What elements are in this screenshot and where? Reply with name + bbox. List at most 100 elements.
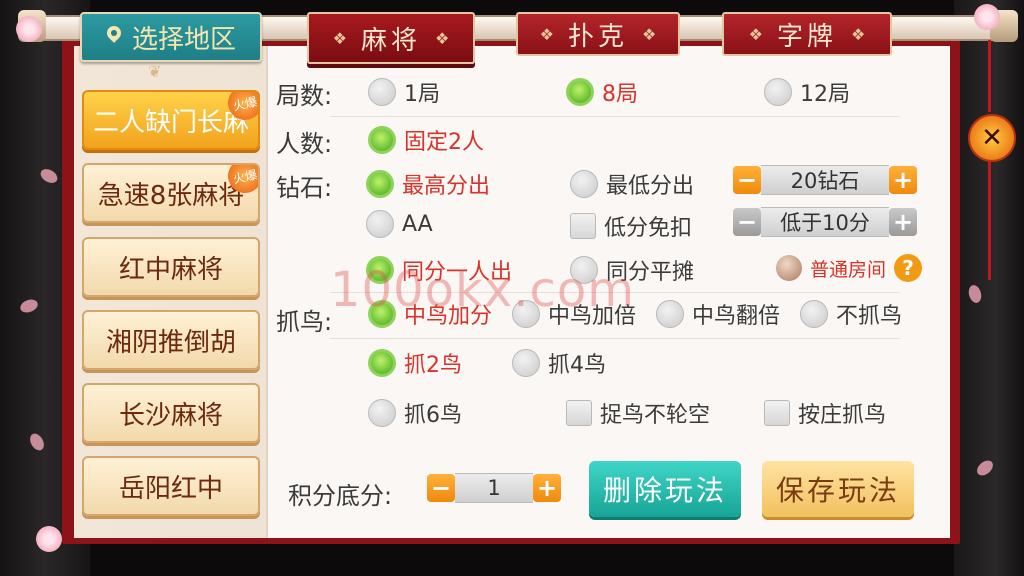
tab-zipai-label: 字牌 xyxy=(776,21,837,52)
radio-icon xyxy=(656,300,684,328)
room-type-text: 普通房间 xyxy=(810,258,887,281)
tab-poker[interactable]: ❖ 扑克 ❖ xyxy=(516,12,680,56)
bird-option-none[interactable]: 不抓鸟 xyxy=(800,298,902,330)
radio-icon xyxy=(368,399,396,427)
diamond-option-aa[interactable]: AA xyxy=(366,210,433,238)
bird-option-flip[interactable]: 中鸟翻倍 xyxy=(656,298,780,330)
tab-poker-label: 扑克 xyxy=(567,21,628,52)
option-text: 固定2人 xyxy=(404,130,484,155)
game-item-label: 二人缺门长麻 xyxy=(92,107,249,138)
divider xyxy=(330,338,900,339)
tab-mahjong[interactable]: ❖ 麻将 ❖ xyxy=(307,12,475,64)
close-button[interactable]: ✕ xyxy=(968,114,1016,162)
base-score-value: 1 xyxy=(455,473,533,503)
help-icon[interactable]: ? xyxy=(894,254,923,282)
select-region-button[interactable]: 选择地区 xyxy=(80,12,262,62)
option-text: AA xyxy=(402,211,433,237)
divider xyxy=(330,116,900,117)
bird-count-4[interactable]: 抓4鸟 xyxy=(512,347,606,379)
flower-icon xyxy=(972,2,1002,32)
radio-icon xyxy=(366,210,394,238)
tab-ornament-icon: ❖ xyxy=(332,28,347,48)
radio-checked-icon xyxy=(366,170,394,198)
rounds-option-1[interactable]: 1局 xyxy=(368,76,440,108)
low-score-exempt-checkbox[interactable]: 低分免扣 xyxy=(570,210,692,242)
tab-mahjong-label: 麻将 xyxy=(360,25,421,56)
checkbox-icon xyxy=(570,213,596,239)
diamond-stepper: − 20钻石 + xyxy=(733,165,917,195)
bird-count-2[interactable]: 抓2鸟 xyxy=(368,347,462,379)
game-item-changsha[interactable]: 长沙麻将 xyxy=(82,383,260,443)
option-text: 抓2鸟 xyxy=(404,353,462,378)
plus-button[interactable]: + xyxy=(533,474,561,502)
rounds-option-8[interactable]: 8局 xyxy=(566,76,638,108)
low-score-value: 低于10分 xyxy=(761,207,889,237)
room-icon xyxy=(776,255,802,281)
delete-rule-button[interactable]: 删除玩法 xyxy=(589,461,741,517)
diamond-label: 钻石: xyxy=(276,174,333,202)
tab-zipai[interactable]: ❖ 字牌 ❖ xyxy=(722,12,892,56)
option-text: 8局 xyxy=(602,82,638,107)
radio-checked-icon xyxy=(368,349,396,377)
game-item-xiangyin[interactable]: 湘阴推倒胡 xyxy=(82,310,260,370)
location-pin-icon xyxy=(106,26,122,48)
game-item-hongzhong[interactable]: 红中麻将 xyxy=(82,237,260,297)
bird-label: 抓鸟: xyxy=(276,308,333,336)
room-type-button[interactable]: 普通房间 ? xyxy=(776,254,923,282)
game-item-label: 红中麻将 xyxy=(118,254,223,285)
tassel-bottom xyxy=(988,160,991,280)
game-item-label: 急速8张麻将 xyxy=(97,180,245,211)
option-text: 捉鸟不轮空 xyxy=(600,403,711,428)
plus-button[interactable]: + xyxy=(889,208,917,236)
option-text: 12局 xyxy=(800,82,850,107)
rounds-label: 局数: xyxy=(276,82,333,110)
players-option-fixed2[interactable]: 固定2人 xyxy=(368,124,484,156)
option-text: 最高分出 xyxy=(402,174,491,199)
bird-no-skip-checkbox[interactable]: 捉鸟不轮空 xyxy=(566,397,710,429)
radio-icon xyxy=(570,170,598,198)
option-text: 抓6鸟 xyxy=(404,403,462,428)
region-label: 选择地区 xyxy=(131,24,236,55)
diamond-option-highest[interactable]: 最高分出 xyxy=(366,168,490,200)
game-item-label: 长沙麻将 xyxy=(118,400,223,431)
radio-icon xyxy=(764,78,792,106)
minus-button[interactable]: − xyxy=(427,474,455,502)
watermark: 100okx.com xyxy=(330,262,635,318)
bird-by-dealer-checkbox[interactable]: 按庄抓鸟 xyxy=(764,397,886,429)
option-text: 1局 xyxy=(404,82,440,107)
tassel-top xyxy=(988,40,991,112)
game-item-yueyang[interactable]: 岳阳红中 xyxy=(82,456,260,516)
tab-ornament-icon: ❖ xyxy=(539,24,554,44)
game-item-erren-queme[interactable]: 二人缺门长麻 火爆 xyxy=(82,90,260,150)
game-item-jisu-8zhang[interactable]: 急速8张麻将 火爆 xyxy=(82,163,260,223)
flower-icon xyxy=(14,14,44,44)
option-text: 抓4鸟 xyxy=(548,353,606,378)
flower-icon xyxy=(34,524,64,554)
game-item-label: 湘阴推倒胡 xyxy=(105,327,236,358)
radio-icon xyxy=(368,78,396,106)
players-label: 人数: xyxy=(276,130,333,158)
tab-ornament-icon: ❖ xyxy=(748,24,763,44)
radio-icon xyxy=(512,349,540,377)
save-rule-button[interactable]: 保存玩法 xyxy=(762,461,914,517)
ornament-icon: ❦ xyxy=(148,62,162,81)
bird-count-6[interactable]: 抓6鸟 xyxy=(368,397,462,429)
diamond-option-lowest[interactable]: 最低分出 xyxy=(570,168,694,200)
minus-button[interactable]: − xyxy=(733,208,761,236)
low-score-stepper: − 低于10分 + xyxy=(733,207,917,237)
radio-checked-icon xyxy=(566,78,594,106)
base-score-label: 积分底分: xyxy=(288,482,393,510)
base-score-stepper: − 1 + xyxy=(427,473,561,503)
diamond-value: 20钻石 xyxy=(761,165,889,195)
tab-ornament-icon: ❖ xyxy=(851,24,866,44)
option-text: 中鸟翻倍 xyxy=(692,304,781,329)
option-text: 低分免扣 xyxy=(604,216,693,241)
option-text: 按庄抓鸟 xyxy=(798,403,887,428)
tab-ornament-icon: ❖ xyxy=(642,24,657,44)
tab-ornament-icon: ❖ xyxy=(435,28,450,48)
option-text: 最低分出 xyxy=(606,174,695,199)
rounds-option-12[interactable]: 12局 xyxy=(764,76,850,108)
minus-button[interactable]: − xyxy=(733,166,761,194)
plus-button[interactable]: + xyxy=(889,166,917,194)
radio-checked-icon xyxy=(368,126,396,154)
